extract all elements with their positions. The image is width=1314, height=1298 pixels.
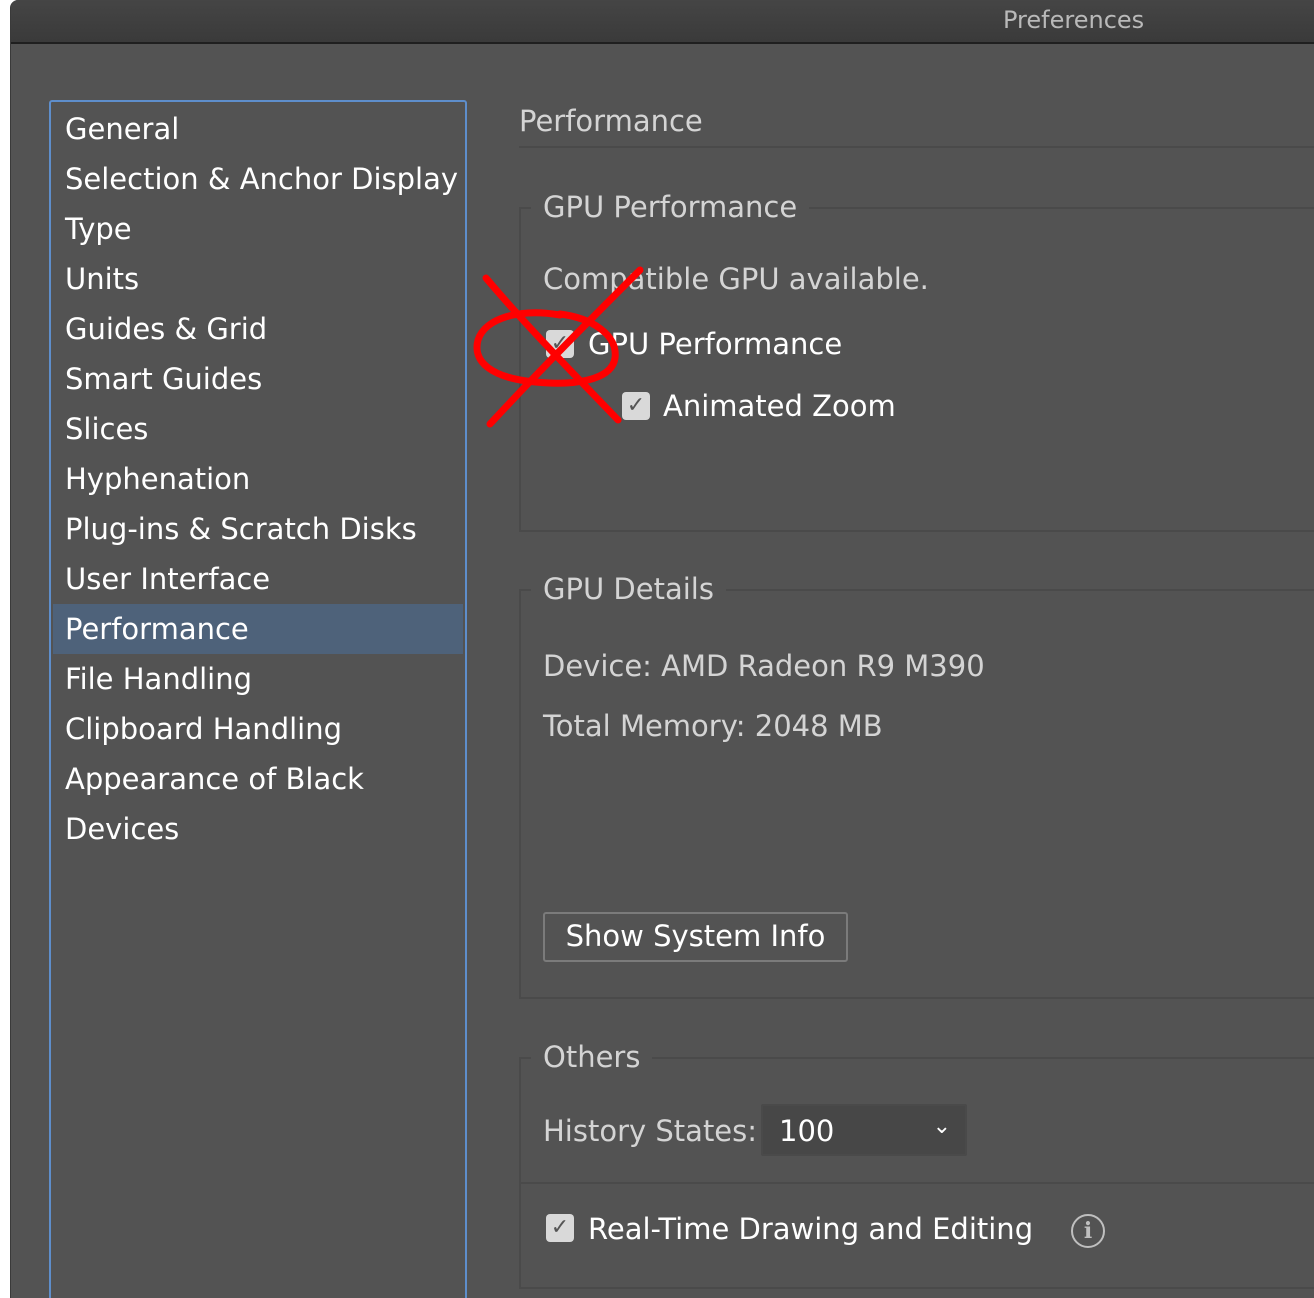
preferences-window: Preferences General Selection & Anchor D… — [10, 0, 1314, 1298]
sidebar-item-slices[interactable]: Slices — [53, 404, 463, 454]
gpu-details-legend: GPU Details — [531, 572, 726, 606]
chevron-down-icon: ⌄ — [932, 1114, 951, 1139]
page-title: Performance — [519, 104, 703, 138]
info-icon[interactable]: i — [1071, 1214, 1105, 1248]
sidebar-item-performance[interactable]: Performance — [53, 604, 463, 654]
sidebar-item-clipboard-handling[interactable]: Clipboard Handling — [53, 704, 463, 754]
sidebar-item-guides-grid[interactable]: Guides & Grid — [53, 304, 463, 354]
animated-zoom-checkbox[interactable]: ✓ — [622, 392, 650, 420]
gpu-device-text: Device: AMD Radeon R9 M390 — [543, 649, 985, 683]
checkmark-icon: ✓ — [550, 331, 570, 356]
history-states-label: History States: — [543, 1114, 758, 1148]
sidebar-item-plugins-scratch-disks[interactable]: Plug-ins & Scratch Disks — [53, 504, 463, 554]
sidebar-item-general[interactable]: General — [53, 104, 463, 154]
window-title: Preferences — [1003, 6, 1145, 34]
gpu-status-text: Compatible GPU available. — [543, 262, 929, 296]
title-bar: Preferences — [11, 0, 1314, 44]
gpu-memory-text: Total Memory: 2048 MB — [543, 709, 883, 743]
sidebar-item-hyphenation[interactable]: Hyphenation — [53, 454, 463, 504]
show-system-info-button[interactable]: Show System Info — [543, 912, 848, 962]
sidebar-item-selection-anchor-display[interactable]: Selection & Anchor Display — [53, 154, 463, 204]
sidebar-item-type[interactable]: Type — [53, 204, 463, 254]
others-divider — [519, 1182, 1314, 1184]
others-legend: Others — [531, 1040, 653, 1074]
sidebar-item-user-interface[interactable]: User Interface — [53, 554, 463, 604]
sidebar-item-smart-guides[interactable]: Smart Guides — [53, 354, 463, 404]
sidebar-item-units[interactable]: Units — [53, 254, 463, 304]
checkmark-icon: ✓ — [550, 1215, 570, 1240]
checkmark-icon: ✓ — [626, 393, 646, 418]
sidebar-item-appearance-of-black[interactable]: Appearance of Black — [53, 754, 463, 804]
preferences-sidebar: General Selection & Anchor Display Type … — [49, 100, 467, 1298]
history-states-value: 100 — [779, 1114, 835, 1148]
gpu-performance-checkbox[interactable]: ✓ — [546, 330, 574, 358]
gpu-performance-legend: GPU Performance — [531, 190, 810, 224]
title-divider — [519, 146, 1314, 148]
realtime-drawing-checkbox[interactable]: ✓ — [546, 1214, 574, 1242]
others-group — [519, 1057, 1314, 1289]
gpu-performance-label: GPU Performance — [588, 327, 843, 361]
sidebar-item-devices[interactable]: Devices — [53, 804, 463, 854]
gpu-performance-group — [519, 207, 1314, 532]
sidebar-item-file-handling[interactable]: File Handling — [53, 654, 463, 704]
history-states-dropdown[interactable]: 100 ⌄ — [761, 1104, 967, 1156]
animated-zoom-label: Animated Zoom — [663, 389, 896, 423]
realtime-drawing-label: Real-Time Drawing and Editing — [588, 1212, 1034, 1246]
